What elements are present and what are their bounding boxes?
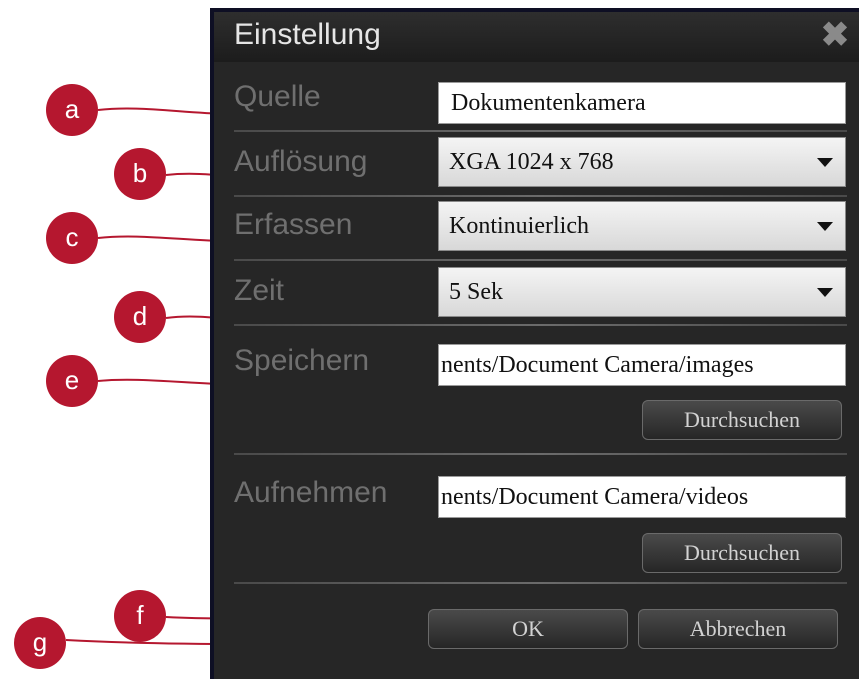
callout-c: c — [46, 212, 98, 264]
record-label: Aufnehmen — [234, 476, 388, 509]
callout-g: g — [14, 617, 66, 669]
settings-dialog: Einstellung ✖ Quelle Dokumentenkamera Au… — [210, 8, 859, 679]
dialog-titlebar[interactable]: Einstellung ✖ — [214, 12, 859, 62]
callout-b: b — [114, 148, 166, 200]
ok-button[interactable]: OK — [428, 609, 628, 649]
browse-record-button[interactable]: Durchsuchen — [642, 533, 842, 573]
resolution-select[interactable]: XGA 1024 x 768 — [438, 137, 846, 187]
divider — [234, 582, 847, 584]
resolution-value: XGA 1024 x 768 — [449, 149, 614, 175]
callout-d: d — [114, 291, 166, 343]
chevron-down-icon — [817, 158, 833, 167]
chevron-down-icon — [817, 288, 833, 297]
divider — [234, 195, 847, 197]
callout-e: e — [46, 355, 98, 407]
capture-value: Kontinuierlich — [449, 213, 589, 239]
browse-save-button[interactable]: Durchsuchen — [642, 400, 842, 440]
chevron-down-icon — [817, 222, 833, 231]
dialog-title: Einstellung — [234, 18, 381, 51]
time-value: 5 Sek — [449, 279, 503, 305]
divider — [234, 130, 847, 132]
save-label: Speichern — [234, 344, 370, 377]
divider — [234, 259, 847, 261]
source-field[interactable]: Dokumentenkamera — [438, 82, 846, 124]
save-path-field[interactable]: nents/Document Camera/images — [438, 344, 846, 386]
resolution-label: Auflösung — [234, 145, 368, 178]
time-select[interactable]: 5 Sek — [438, 267, 846, 317]
time-label: Zeit — [234, 274, 285, 307]
record-path-field[interactable]: nents/Document Camera/videos — [438, 476, 846, 518]
source-label: Quelle — [234, 80, 321, 113]
divider — [234, 453, 847, 455]
callout-a: a — [46, 84, 98, 136]
cancel-button[interactable]: Abbrechen — [638, 609, 838, 649]
close-icon[interactable]: ✖ — [819, 18, 851, 52]
capture-label: Erfassen — [234, 208, 353, 241]
divider — [234, 324, 847, 326]
capture-select[interactable]: Kontinuierlich — [438, 201, 846, 251]
callout-f: f — [114, 590, 166, 642]
